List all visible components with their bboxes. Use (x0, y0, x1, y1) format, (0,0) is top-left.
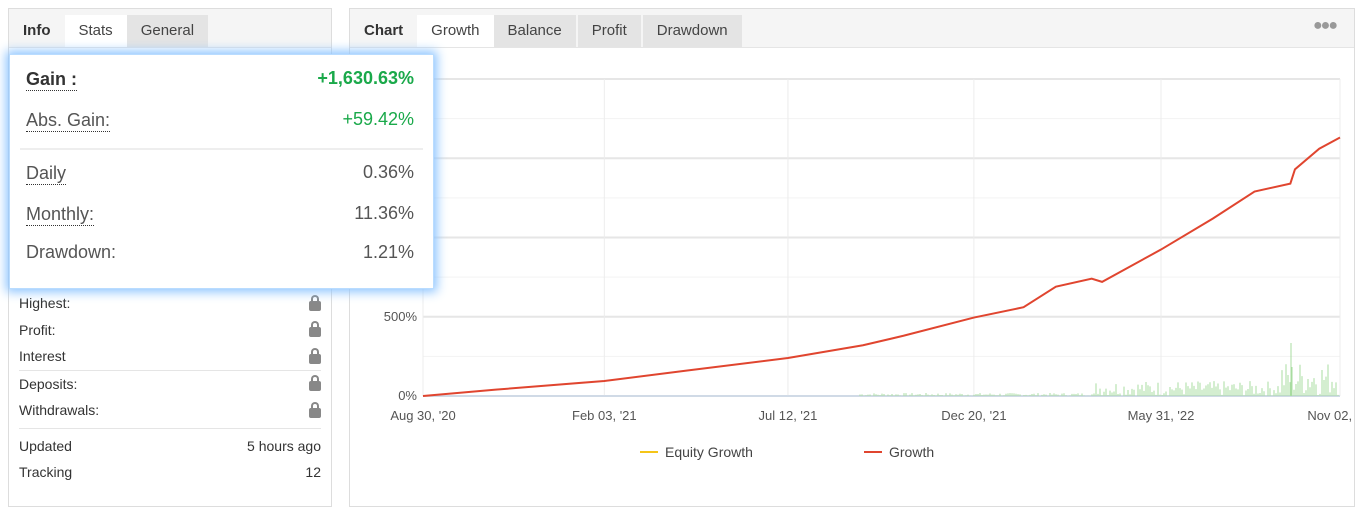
tab-profit[interactable]: Profit (577, 15, 641, 47)
stat-label: Profit: (19, 321, 56, 338)
tab-growth[interactable]: Growth (417, 15, 494, 47)
monthly-value: 11.36% (354, 203, 414, 223)
lock-icon[interactable] (309, 401, 321, 418)
stat-row: Withdrawals: (9, 397, 331, 424)
daily-label[interactable]: Daily (26, 162, 67, 185)
gain-label[interactable]: Gain : (26, 68, 78, 91)
stat-row: Updated 5 hours ago (9, 433, 331, 460)
info-tabs: Info Stats General (9, 9, 331, 48)
stat-value: 12 (305, 464, 321, 481)
lock-icon[interactable] (309, 347, 321, 364)
tab-stats[interactable]: Stats (64, 15, 127, 47)
stat-row: Highest: (9, 290, 331, 317)
chart-tabs: Chart Growth Balance Profit Drawdown ●●● (350, 9, 1354, 48)
monthly-label[interactable]: Monthly: (26, 203, 95, 226)
stat-row: Interest (9, 343, 331, 370)
daily-value: 0.36% (362, 162, 414, 182)
stat-label: Interest (19, 348, 66, 365)
stat-value: 5 hours ago (247, 437, 321, 454)
stat-row: Profit: (9, 317, 331, 344)
more-dots-icon[interactable]: ●●● (1313, 17, 1338, 47)
stat-row: Deposits: (9, 371, 331, 398)
lock-icon[interactable] (309, 375, 321, 392)
abs-gain-label[interactable]: Abs. Gain: (26, 109, 111, 132)
lock-icon[interactable] (309, 321, 321, 338)
stat-label: Deposits: (19, 375, 78, 392)
tab-general[interactable]: General (126, 15, 209, 47)
tab-info: Info (23, 22, 51, 39)
tab-drawdown[interactable]: Drawdown (642, 15, 742, 47)
gain-popup: Gain : +1,630.63% Abs. Gain: +59.42% Daily… (9, 54, 434, 289)
stat-label: Withdrawals: (19, 402, 100, 419)
stat-row: Tracking 12 (9, 459, 331, 486)
chart-panel: Chart Growth Balance Profit Drawdown ●●● (349, 8, 1355, 507)
abs-gain-value: +59.42% (342, 109, 414, 129)
tab-chart: Chart (364, 22, 404, 39)
drawdown-value: 1.21% (362, 242, 414, 262)
lock-icon[interactable] (309, 294, 321, 311)
gain-value: +1,630.63% (317, 68, 414, 88)
stat-label: Updated (19, 437, 72, 454)
stat-label: Highest: (19, 295, 71, 312)
tab-balance[interactable]: Balance (493, 15, 576, 47)
drawdown-label: Drawdown: (26, 242, 117, 262)
stat-label: Tracking (19, 464, 73, 481)
